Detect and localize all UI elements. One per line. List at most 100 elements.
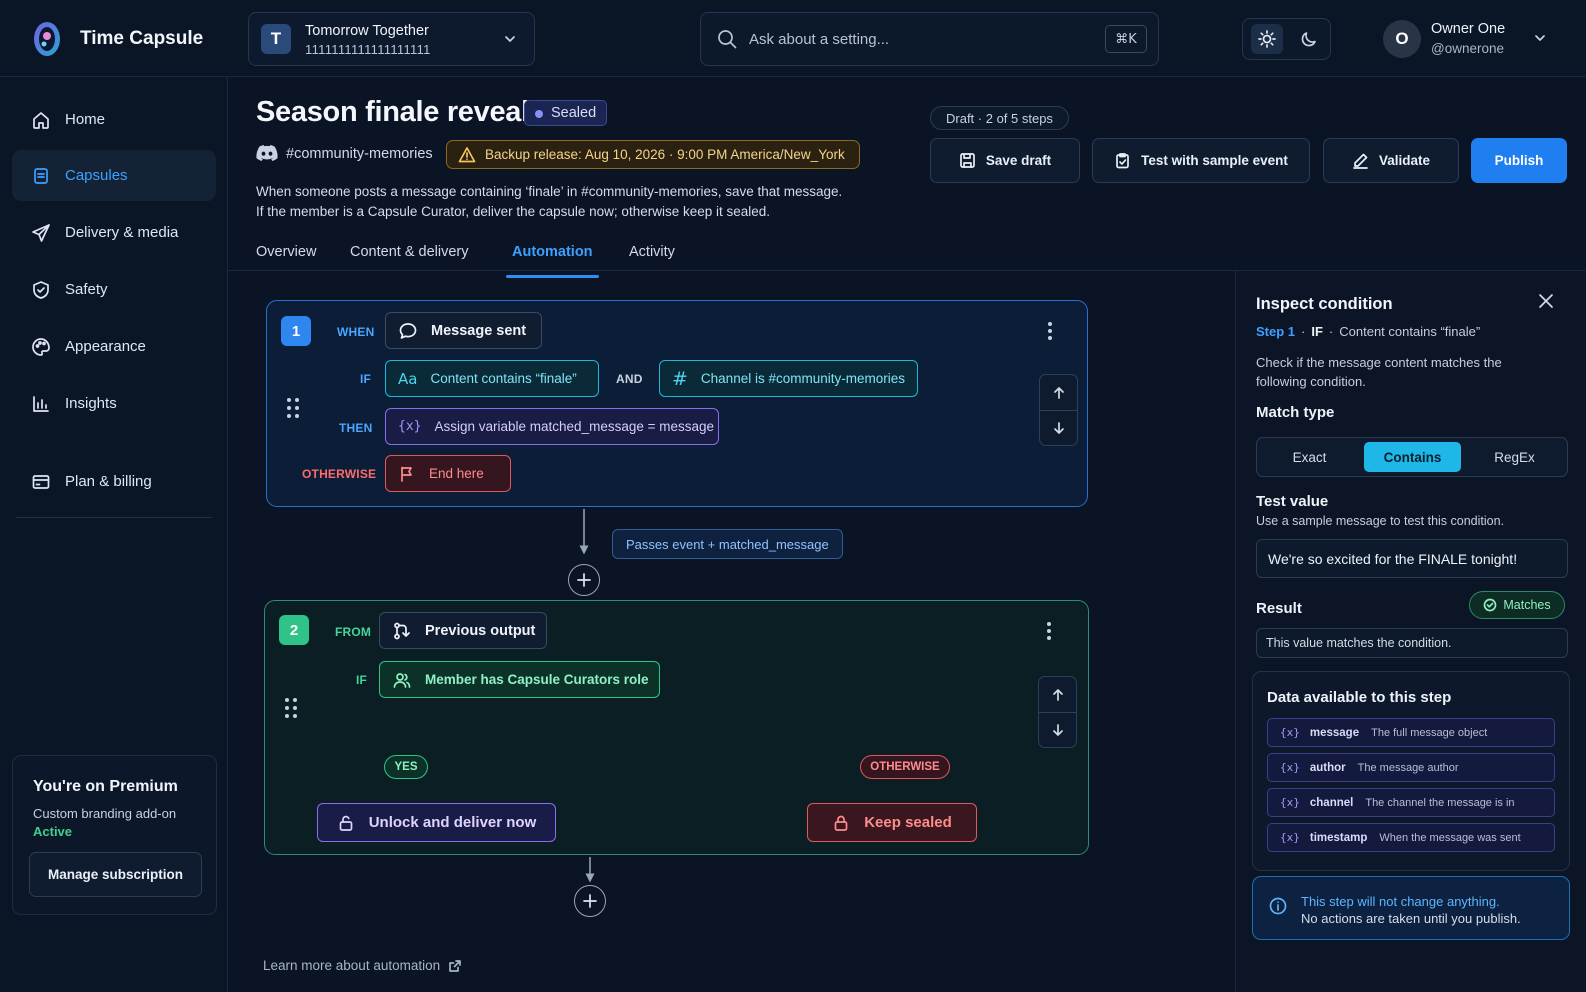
move-up-icon[interactable] — [1050, 687, 1066, 703]
passes-data-label: Passes event + matched_message — [612, 529, 843, 559]
variable-channel[interactable]: {x} channel The channel the message is i… — [1267, 788, 1555, 817]
panel-description: Check if the message content matches the… — [1256, 355, 1502, 389]
move-up-icon[interactable] — [1051, 385, 1067, 401]
inspect-panel: Inspect condition Step 1 · IF · Content … — [1235, 271, 1586, 992]
separator: · — [1301, 324, 1306, 339]
if-label: IF — [356, 673, 368, 687]
user-avatar[interactable]: O — [1383, 20, 1421, 58]
result-text: This value matches the condition. — [1256, 628, 1568, 658]
reorder-controls — [1039, 374, 1078, 446]
info-icon — [1269, 897, 1287, 915]
variable-name: channel — [1309, 796, 1354, 809]
plus-icon — [577, 573, 591, 587]
match-regex-option[interactable]: RegEx — [1465, 442, 1564, 472]
users-icon — [393, 672, 411, 688]
divider — [1040, 410, 1077, 411]
data-available-box: Data available to this step {x} message … — [1252, 671, 1570, 871]
move-down-icon[interactable] — [1051, 420, 1067, 436]
otherwise-branch-tag: OTHERWISE — [860, 755, 950, 779]
flag-icon — [401, 466, 412, 482]
pill-label: Message sent — [431, 322, 527, 339]
lock-icon — [834, 815, 848, 831]
check-circle-icon — [1484, 598, 1497, 612]
pill-label: Content contains “finale” — [430, 371, 577, 386]
button-label: Validate — [1378, 153, 1431, 168]
breadcrumb-condition: Content contains “finale” — [1339, 324, 1481, 339]
step-number: 1 — [281, 316, 311, 346]
variable-desc: The message author — [1357, 761, 1459, 774]
unlock-icon — [339, 815, 353, 831]
pill-label: Member has Capsule Curators role — [425, 672, 649, 687]
publish-button[interactable]: Publish — [1471, 138, 1567, 183]
variable-author[interactable]: {x} author The message author — [1267, 753, 1555, 782]
variable-desc: The full message object — [1371, 726, 1488, 739]
step-card-2: 2 FROM Previous output IF Member has Cap… — [264, 600, 1089, 855]
unlock-deliver-action[interactable]: Unlock and deliver now — [317, 803, 556, 842]
trigger-pill[interactable]: Message sent — [385, 312, 542, 349]
data-available-title: Data available to this step — [1267, 689, 1452, 706]
otherwise-label: OTHERWISE — [302, 467, 377, 481]
add-step-button[interactable] — [574, 885, 606, 917]
close-icon[interactable] — [1536, 291, 1556, 311]
info-line-2: No actions are taken until you publish. — [1301, 911, 1521, 926]
variable-icon: {x} — [1280, 726, 1300, 739]
breadcrumb-step[interactable]: Step 1 — [1256, 324, 1295, 339]
validate-button[interactable]: Validate — [1323, 138, 1459, 183]
variable-timestamp[interactable]: {x} timestamp When the message was sent — [1267, 823, 1555, 852]
button-label: Publish — [1494, 153, 1544, 168]
condition-role-pill[interactable]: Member has Capsule Curators role — [379, 661, 660, 698]
test-value-hint: Use a sample message to test this condit… — [1256, 514, 1505, 528]
more-options-icon[interactable] — [1046, 621, 1052, 641]
sun-icon[interactable] — [1251, 24, 1283, 54]
test-value-label: Test value — [1256, 493, 1329, 510]
pen-icon — [1353, 153, 1368, 169]
match-exact-option[interactable]: Exact — [1261, 442, 1358, 472]
separator: · — [1328, 324, 1334, 339]
step-card-1: 1 WHEN Message sent IF Aa Content contai… — [266, 300, 1088, 507]
matches-badge: Matches — [1469, 591, 1565, 619]
end-here-pill[interactable]: End here — [385, 455, 511, 492]
move-down-icon[interactable] — [1050, 722, 1066, 738]
match-contains-option[interactable]: Contains — [1364, 442, 1461, 472]
match-type-selector: Exact Contains RegEx — [1256, 437, 1568, 477]
variable-icon: {x} — [1280, 831, 1300, 844]
user-name: Owner One — [1431, 21, 1506, 37]
variable-icon: {x} — [1280, 761, 1300, 774]
keep-sealed-action[interactable]: Keep sealed — [807, 803, 977, 842]
learn-more-link[interactable]: Learn more about automation — [263, 958, 462, 973]
action-assign-pill[interactable]: {x} Assign variable matched_message = me… — [385, 408, 719, 445]
match-type-label: Match type — [1256, 404, 1335, 421]
plus-icon — [583, 894, 597, 908]
drag-handle-icon[interactable] — [285, 397, 301, 419]
theme-toggle — [1242, 18, 1331, 60]
hash-icon: # — [672, 367, 688, 390]
test-value-input[interactable] — [1256, 539, 1568, 578]
drag-handle-icon[interactable] — [283, 697, 299, 719]
chevron-down-icon[interactable] — [1532, 30, 1548, 46]
condition-content-pill[interactable]: Aa Content contains “finale” — [385, 360, 599, 397]
branch-icon — [394, 622, 410, 639]
link-label: Learn more about automation — [263, 958, 441, 973]
external-link-icon — [449, 959, 461, 972]
panel-title: Inspect condition — [1256, 295, 1393, 313]
step-number: 2 — [279, 615, 309, 645]
breadcrumb: Step 1 · IF · Content contains “finale” — [1256, 324, 1480, 339]
variable-message[interactable]: {x} message The full message object — [1267, 718, 1555, 747]
variable-icon: {x} — [1280, 796, 1300, 809]
variable-desc: The channel the message is in — [1365, 796, 1515, 809]
then-label: THEN — [339, 421, 373, 435]
source-pill[interactable]: Previous output — [379, 612, 547, 649]
variable-name: author — [1309, 761, 1346, 774]
action-label: Keep sealed — [864, 814, 952, 831]
more-options-icon[interactable] — [1047, 321, 1053, 341]
result-label: Result — [1256, 600, 1302, 617]
and-label: AND — [616, 372, 643, 386]
yes-branch-tag: YES — [384, 755, 428, 779]
condition-channel-pill[interactable]: # Channel is #community-memories — [659, 360, 918, 397]
moon-icon[interactable] — [1293, 24, 1325, 54]
pill-label: Channel is #community-memories — [700, 371, 905, 386]
add-step-button[interactable] — [568, 564, 600, 596]
variable-name: message — [1309, 726, 1360, 739]
variable-name: timestamp — [1309, 831, 1368, 844]
pill-label: Assign variable matched_message = messag… — [434, 419, 715, 434]
